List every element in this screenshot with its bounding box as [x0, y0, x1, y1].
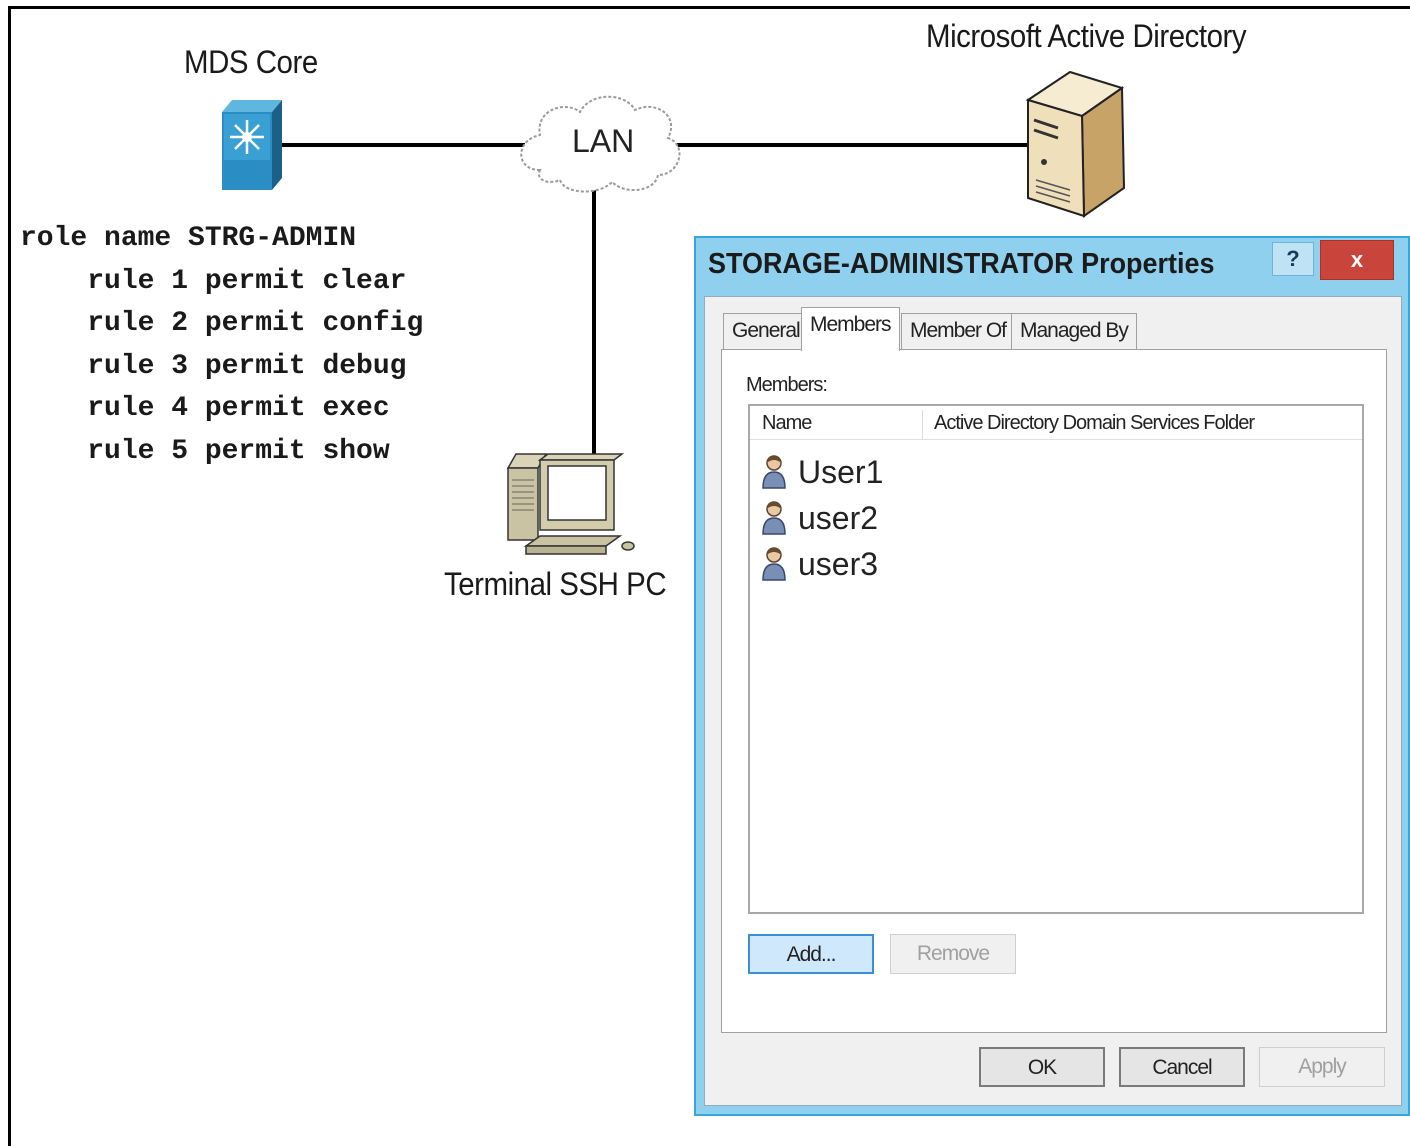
cli-line: rule 1 permit clear [20, 265, 407, 297]
user-icon [762, 501, 786, 535]
active-directory-label: Microsoft Active Directory [926, 18, 1247, 54]
column-separator[interactable] [922, 410, 923, 440]
cli-line: rule 4 permit exec [20, 393, 390, 424]
dialog-body: General Members Member Of Managed By Mem… [704, 296, 1402, 1106]
cli-line: role name STRG-ADMIN [20, 223, 357, 254]
cli-line: rule 5 permit show [20, 435, 390, 467]
close-button[interactable]: x [1320, 240, 1394, 280]
list-header: Name Active Directory Domain Services Fo… [750, 406, 1362, 440]
properties-dialog: STORAGE-ADMINISTRATOR Properties ? x Gen… [694, 236, 1410, 1116]
member-name: user2 [798, 499, 879, 536]
dialog-title: STORAGE-ADMINISTRATOR Properties [708, 248, 1215, 280]
members-label: Members: [746, 374, 828, 396]
list-item[interactable]: User1 [760, 452, 883, 492]
members-tab-panel: Members: Name Active Directory Domain Se… [721, 349, 1387, 1033]
tab-members[interactable]: Members [801, 307, 900, 351]
cli-line: rule 3 permit debug [20, 350, 407, 382]
mds-switch-icon [222, 100, 282, 190]
user-icon [762, 455, 786, 489]
column-header-name[interactable]: Name [762, 412, 812, 435]
user-icon [762, 547, 786, 581]
mds-core-label: MDS Core [184, 44, 318, 80]
tab-general[interactable]: General [723, 313, 809, 349]
terminal-pc-label: Terminal SSH PC [444, 566, 667, 602]
ad-server-icon [1025, 70, 1126, 218]
cli-role-config: role name STRG-ADMIN rule 1 permit clear… [20, 218, 423, 473]
list-item[interactable]: user3 [760, 544, 878, 584]
help-button[interactable]: ? [1272, 242, 1314, 276]
cancel-button[interactable]: Cancel [1119, 1047, 1245, 1087]
add-button[interactable]: Add... [748, 934, 874, 974]
tab-member-of[interactable]: Member Of [901, 313, 1016, 349]
cli-line: rule 2 permit config [20, 308, 424, 339]
remove-button[interactable]: Remove [890, 934, 1016, 974]
lan-label: LAN [572, 123, 635, 159]
list-item[interactable]: user2 [760, 498, 878, 538]
tab-managed-by[interactable]: Managed By [1011, 313, 1137, 349]
member-name: user3 [798, 545, 879, 582]
member-name: User1 [798, 453, 884, 490]
column-header-folder[interactable]: Active Directory Domain Services Folder [934, 412, 1255, 435]
members-list[interactable]: Name Active Directory Domain Services Fo… [748, 404, 1364, 914]
apply-button[interactable]: Apply [1259, 1047, 1385, 1087]
ok-button[interactable]: OK [979, 1047, 1105, 1087]
terminal-pc-icon [506, 453, 635, 555]
